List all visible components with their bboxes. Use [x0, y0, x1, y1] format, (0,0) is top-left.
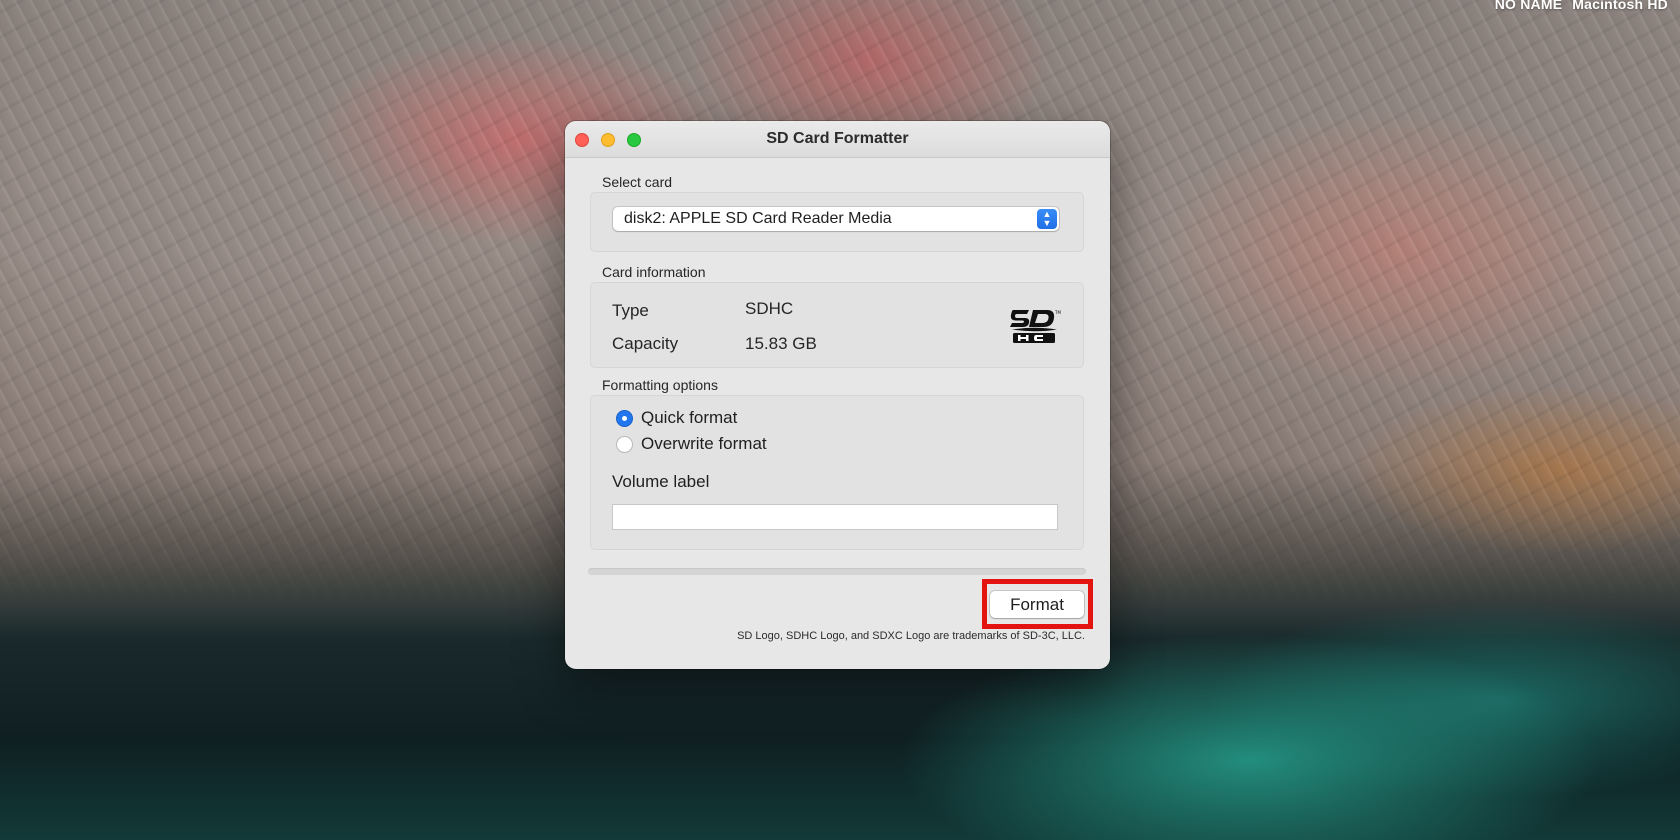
card-information-group: Type SDHC Capacity 15.83 GB TM [590, 282, 1084, 368]
select-card-label: Select card [602, 174, 673, 190]
format-progress-bar [588, 568, 1086, 575]
desktop-wallpaper: NO NAME Macintosh HD SD Card Formatter S… [0, 0, 1680, 840]
quick-format-label: Quick format [641, 408, 738, 427]
card-capacity-value: 15.83 GB [745, 334, 817, 353]
card-select-value: disk2: APPLE SD Card Reader Media [624, 210, 892, 227]
card-select-popup[interactable]: disk2: APPLE SD Card Reader Media ▲ ▼ [613, 207, 1059, 231]
volume-label-input[interactable] [612, 504, 1058, 530]
card-information-label: Card information [602, 264, 706, 280]
trademark-notice: SD Logo, SDHC Logo, and SDXC Logo are tr… [737, 630, 1085, 642]
svg-text:TM: TM [1054, 310, 1061, 315]
up-down-chevron-icon: ▲ ▼ [1037, 209, 1057, 229]
desktop-volume-macintosh-hd[interactable]: Macintosh HD [1572, 0, 1668, 12]
select-card-group: disk2: APPLE SD Card Reader Media ▲ ▼ [590, 192, 1084, 252]
formatting-options-label: Formatting options [602, 377, 718, 393]
overwrite-format-radio[interactable] [616, 435, 633, 453]
quick-format-option[interactable]: Quick format [616, 408, 737, 428]
desktop-volume-labels: NO NAME Macintosh HD [1495, 0, 1668, 12]
window-title: SD Card Formatter [766, 130, 909, 147]
format-button[interactable]: Format [990, 591, 1084, 618]
quick-format-radio[interactable] [616, 409, 633, 427]
sdhc-logo-icon: TM [1010, 310, 1061, 343]
desktop-volume-no-name[interactable]: NO NAME [1495, 0, 1563, 12]
card-type-key: Type [612, 301, 649, 320]
sd-card-formatter-window: SD Card Formatter Select card disk2: APP… [565, 121, 1110, 669]
window-titlebar[interactable]: SD Card Formatter [565, 121, 1110, 158]
formatting-options-group: Quick format Overwrite format Volume lab… [590, 395, 1084, 550]
volume-label-caption: Volume label [612, 472, 710, 491]
card-type-value: SDHC [745, 299, 794, 318]
overwrite-format-label: Overwrite format [641, 434, 767, 453]
card-capacity-key: Capacity [612, 334, 679, 353]
overwrite-format-option[interactable]: Overwrite format [616, 434, 767, 454]
